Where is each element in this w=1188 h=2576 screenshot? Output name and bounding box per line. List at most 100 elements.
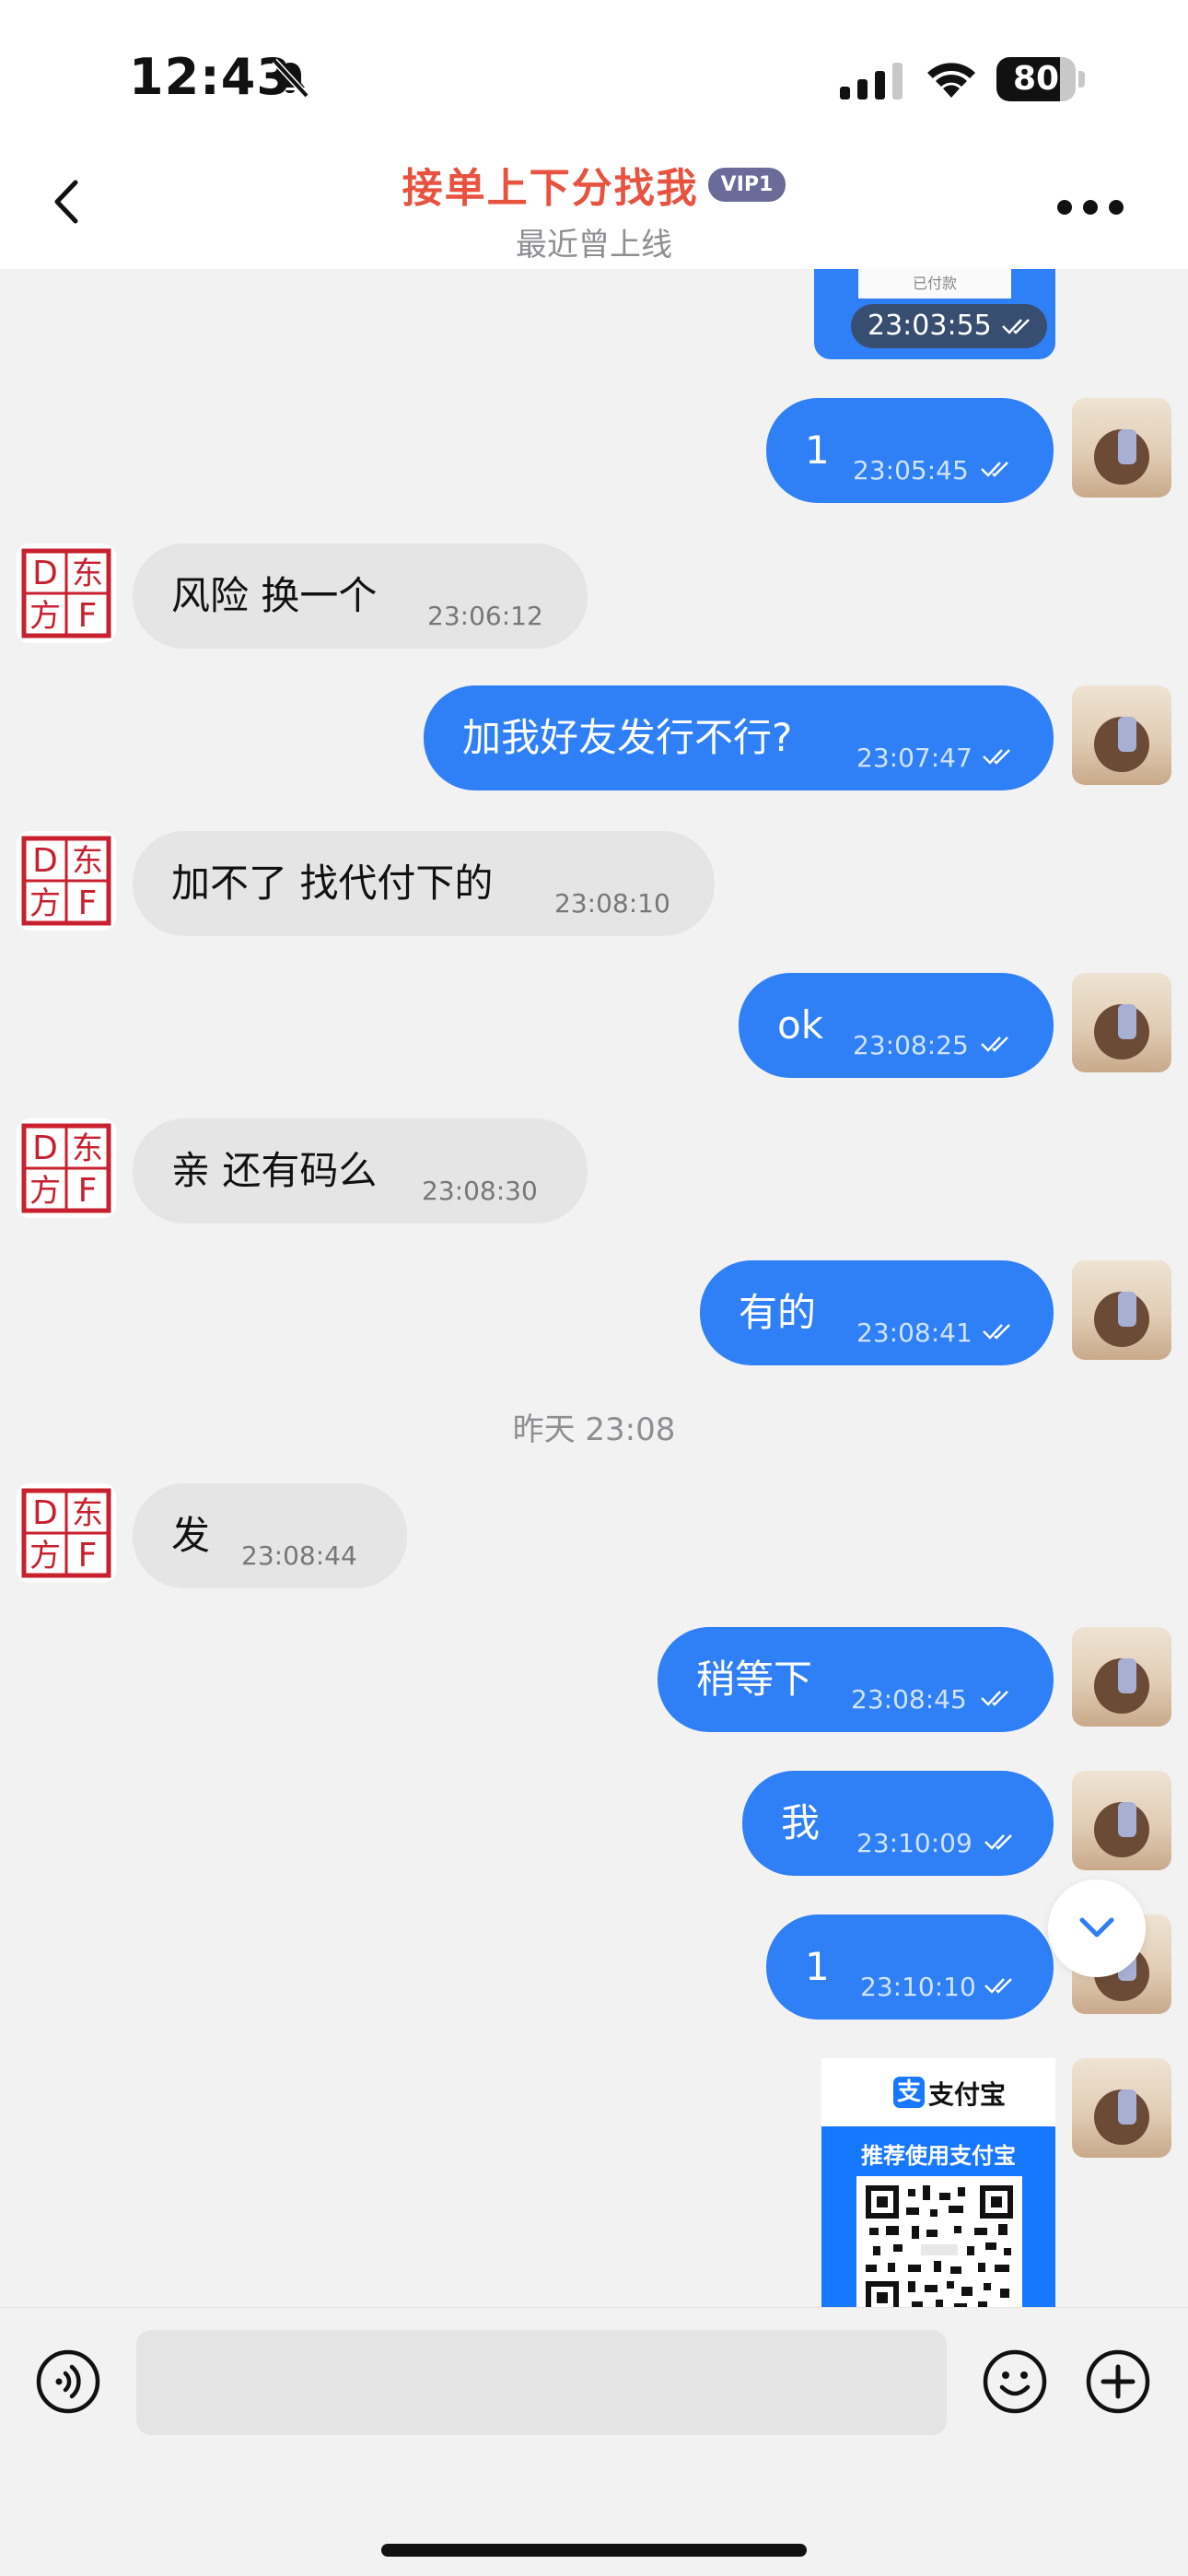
message-text: 有的 bbox=[739, 1290, 817, 1335]
message-bubble[interactable]: 我 23:10:09 bbox=[742, 1771, 1054, 1876]
alipay-recommend-text: 推荐使用支付宝 bbox=[861, 2143, 1016, 2169]
chat-title[interactable]: 接单上下分找我 bbox=[402, 155, 699, 214]
message-text: 加不了 找代付下的 bbox=[171, 861, 494, 906]
message-text: 1 bbox=[805, 1944, 830, 1989]
qr-code bbox=[856, 2176, 1022, 2307]
double-check-icon bbox=[983, 1324, 1010, 1340]
svg-text:F: F bbox=[78, 884, 98, 922]
message-bubble[interactable]: 有的 23:08:41 bbox=[700, 1260, 1054, 1365]
message-list[interactable]: 已付款 23:03:55 1 23:05:45 D 东 方 F 风险 换一个 2… bbox=[0, 269, 1188, 2307]
battery-icon: 80 bbox=[996, 57, 1085, 101]
avatar[interactable] bbox=[1072, 973, 1171, 1072]
vip-badge: VIP1 bbox=[707, 167, 786, 202]
chat-header: 接单上下分找我 VIP1 最近曾上线 bbox=[0, 147, 1188, 269]
message-text: 亲 还有码么 bbox=[171, 1148, 378, 1193]
message-text: 1 bbox=[805, 427, 830, 473]
message-time: 23:08:25 bbox=[853, 1030, 969, 1060]
message-time: 23:07:47 bbox=[856, 743, 973, 773]
svg-text:F: F bbox=[78, 597, 98, 635]
message-time: 23:10:09 bbox=[856, 1828, 973, 1858]
chevron-down-icon bbox=[1079, 1917, 1114, 1938]
double-check-icon bbox=[1001, 319, 1030, 334]
message-text: 稍等下 bbox=[696, 1657, 813, 1702]
message-text: 发 bbox=[171, 1513, 211, 1558]
message-time: 23:08:10 bbox=[554, 888, 670, 919]
svg-text:方: 方 bbox=[29, 598, 61, 635]
svg-text:D: D bbox=[32, 555, 58, 592]
double-check-icon bbox=[981, 1036, 1008, 1052]
message-input[interactable] bbox=[136, 2330, 947, 2435]
image-caption-text: 已付款 bbox=[912, 275, 957, 292]
message-bubble[interactable]: 加不了 找代付下的 23:08:10 bbox=[133, 831, 715, 936]
more-dots-icon[interactable] bbox=[1054, 193, 1127, 221]
message-bubble[interactable]: 风险 换一个 23:06:12 bbox=[133, 544, 588, 649]
avatar[interactable] bbox=[1072, 685, 1171, 785]
svg-text:东: 东 bbox=[72, 556, 103, 592]
avatar[interactable] bbox=[1072, 1771, 1171, 1870]
signal-bars-icon bbox=[840, 63, 903, 100]
svg-text:F: F bbox=[78, 1172, 98, 1210]
online-status: 最近曾上线 bbox=[516, 227, 672, 263]
svg-text:方: 方 bbox=[29, 1173, 61, 1210]
message-text: ok bbox=[777, 1002, 824, 1048]
avatar[interactable] bbox=[1072, 1260, 1171, 1360]
avatar[interactable]: D 东 方 F bbox=[17, 1118, 116, 1218]
message-bubble[interactable]: 1 23:10:10 bbox=[766, 1914, 1054, 2020]
title-row: 接单上下分找我 VIP1 bbox=[0, 155, 1188, 212]
message-time: 23:05:45 bbox=[853, 455, 969, 486]
date-divider: 昨天 23:08 bbox=[512, 1411, 676, 1448]
svg-text:D: D bbox=[32, 842, 58, 880]
message-bubble[interactable]: 亲 还有码么 23:08:30 bbox=[133, 1118, 588, 1224]
double-check-icon bbox=[981, 1691, 1008, 1706]
message-text: 我 bbox=[781, 1800, 821, 1845]
alipay-qr-image-message[interactable]: 支 支付宝 推荐使用支付宝 bbox=[821, 2058, 1055, 2307]
message-time: 23:08:41 bbox=[856, 1317, 973, 1348]
input-bar bbox=[0, 2307, 1188, 2576]
alipay-header: 支 支付宝 bbox=[821, 2058, 1055, 2126]
message-bubble[interactable]: 稍等下 23:08:45 bbox=[658, 1627, 1054, 1732]
message-time: 23:06:12 bbox=[427, 601, 543, 631]
avatar[interactable] bbox=[1072, 2058, 1171, 2158]
wifi-icon bbox=[927, 63, 975, 98]
alipay-logo-icon: 支 bbox=[893, 2077, 925, 2108]
svg-text:D: D bbox=[32, 1130, 58, 1167]
alipay-name: 支付宝 bbox=[928, 2079, 1007, 2110]
message-text: 风险 换一个 bbox=[171, 573, 378, 618]
message-bubble[interactable]: ok 23:08:25 bbox=[739, 973, 1054, 1078]
avatar[interactable]: D 东 方 F bbox=[17, 544, 116, 643]
battery-percentage: 80 bbox=[1012, 60, 1060, 98]
status-bar: 12:43 80 bbox=[0, 0, 1188, 147]
message-time: 23:08:44 bbox=[241, 1540, 357, 1571]
double-check-icon bbox=[984, 1978, 1012, 1994]
image-content: 已付款 bbox=[858, 269, 1011, 299]
message-time: 23:03:55 bbox=[851, 304, 1047, 348]
message-bubble[interactable]: 发 23:08:44 bbox=[133, 1483, 407, 1588]
avatar[interactable]: D 东 方 F bbox=[17, 831, 116, 931]
message-time: 23:10:10 bbox=[860, 1972, 976, 2002]
svg-text:东: 东 bbox=[72, 843, 103, 880]
double-check-icon bbox=[983, 749, 1010, 765]
double-check-icon bbox=[984, 1834, 1012, 1850]
message-text: 加我好友发行不行? bbox=[462, 715, 793, 760]
svg-text:东: 东 bbox=[72, 1495, 103, 1532]
emoji-icon[interactable] bbox=[982, 2348, 1048, 2415]
voice-icon[interactable] bbox=[35, 2348, 101, 2415]
message-time: 23:08:30 bbox=[422, 1176, 538, 1206]
avatar[interactable] bbox=[1072, 1627, 1171, 1727]
svg-text:方: 方 bbox=[29, 885, 61, 922]
image-message[interactable]: 已付款 23:03:55 bbox=[814, 269, 1055, 359]
avatar[interactable] bbox=[1072, 398, 1171, 498]
svg-text:方: 方 bbox=[29, 1538, 61, 1575]
bell-slash-icon bbox=[272, 58, 309, 99]
avatar[interactable]: D 东 方 F bbox=[17, 1483, 116, 1583]
svg-text:F: F bbox=[78, 1537, 98, 1575]
home-indicator[interactable] bbox=[381, 2544, 807, 2557]
message-bubble[interactable]: 1 23:05:45 bbox=[766, 398, 1054, 503]
message-bubble[interactable]: 加我好友发行不行? 23:07:47 bbox=[424, 685, 1054, 790]
double-check-icon bbox=[981, 462, 1008, 477]
message-time: 23:08:45 bbox=[851, 1684, 967, 1715]
svg-text:D: D bbox=[32, 1494, 58, 1532]
svg-text:东: 东 bbox=[72, 1130, 103, 1167]
scroll-to-bottom-button[interactable] bbox=[1048, 1879, 1146, 1977]
plus-icon[interactable] bbox=[1085, 2348, 1151, 2415]
